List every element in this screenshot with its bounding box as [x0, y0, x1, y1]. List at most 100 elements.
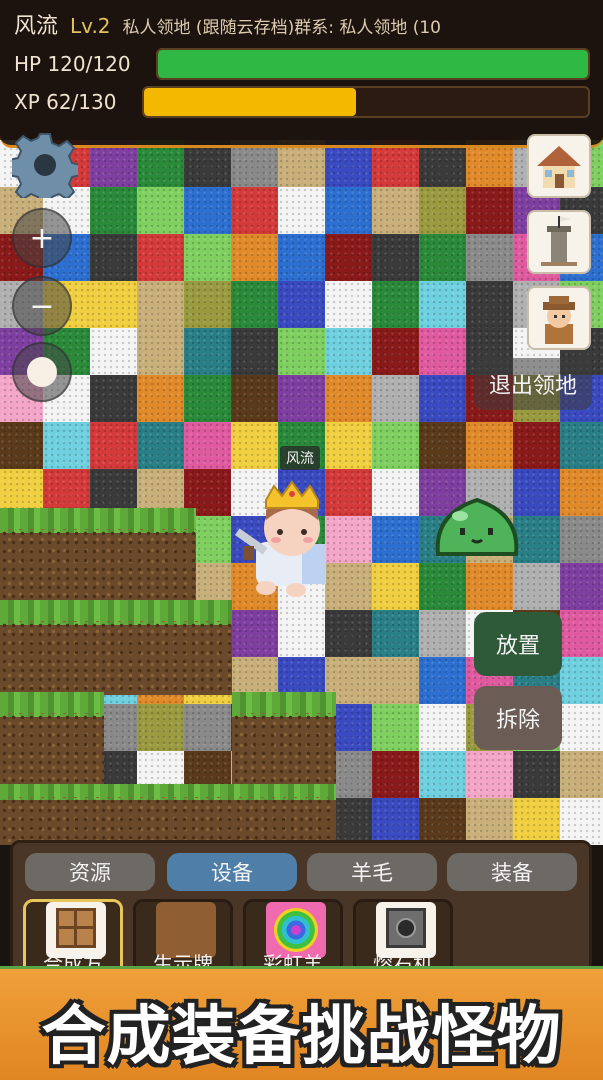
wool-tile[interactable] — [419, 422, 466, 469]
wool-tile[interactable] — [466, 281, 513, 328]
wool-tile[interactable] — [325, 422, 372, 469]
wool-tile[interactable] — [184, 422, 231, 469]
wool-tile[interactable] — [325, 328, 372, 375]
green-slime-monster[interactable] — [432, 494, 522, 558]
wool-tile[interactable] — [278, 281, 325, 328]
wool-tile[interactable] — [231, 234, 278, 281]
tab-wool[interactable]: 羊毛 — [307, 853, 437, 891]
wool-tile[interactable] — [419, 375, 466, 422]
wool-tile[interactable] — [466, 422, 513, 469]
wool-tile[interactable] — [325, 375, 372, 422]
wool-tile[interactable] — [184, 187, 231, 234]
place-button[interactable]: 放置 — [474, 612, 562, 676]
wool-tile[interactable] — [325, 234, 372, 281]
wool-tile[interactable] — [90, 328, 137, 375]
wool-tile[interactable] — [137, 704, 184, 751]
wool-tile[interactable] — [325, 187, 372, 234]
tab-resources[interactable]: 资源 — [25, 853, 155, 891]
wool-tile[interactable] — [278, 234, 325, 281]
wool-tile[interactable] — [325, 281, 372, 328]
wool-tile[interactable] — [513, 751, 560, 798]
wool-tile[interactable] — [278, 610, 325, 657]
wool-tile[interactable] — [560, 516, 603, 563]
tab-equipment-devices[interactable]: 设备 — [167, 853, 297, 891]
wool-tile[interactable] — [419, 187, 466, 234]
wool-tile[interactable] — [90, 375, 137, 422]
wool-tile[interactable] — [560, 422, 603, 469]
wool-tile[interactable] — [137, 375, 184, 422]
wool-tile[interactable] — [372, 751, 419, 798]
wool-tile[interactable] — [560, 704, 603, 751]
wool-tile[interactable] — [231, 422, 278, 469]
zoom-in-button[interactable]: + — [12, 208, 72, 268]
wool-tile[interactable] — [184, 234, 231, 281]
wool-tile[interactable] — [560, 610, 603, 657]
wool-tile[interactable] — [372, 469, 419, 516]
wool-tile[interactable] — [231, 375, 278, 422]
wool-tile[interactable] — [90, 234, 137, 281]
exit-territory-button[interactable]: 退出领地 — [474, 358, 592, 410]
wool-tile[interactable] — [513, 798, 560, 845]
wool-tile[interactable] — [137, 422, 184, 469]
wool-tile[interactable] — [372, 610, 419, 657]
joystick-button[interactable] — [12, 342, 72, 402]
wool-tile[interactable] — [231, 328, 278, 375]
wool-tile[interactable] — [466, 234, 513, 281]
wool-tile[interactable] — [466, 563, 513, 610]
remove-button[interactable]: 拆除 — [474, 686, 562, 750]
home-button[interactable] — [527, 134, 591, 198]
wool-tile[interactable] — [513, 422, 560, 469]
wool-tile[interactable] — [419, 281, 466, 328]
wool-tile[interactable] — [372, 516, 419, 563]
wool-tile[interactable] — [372, 234, 419, 281]
wool-tile[interactable] — [325, 610, 372, 657]
wool-tile[interactable] — [419, 234, 466, 281]
wool-tile[interactable] — [419, 798, 466, 845]
wool-tile[interactable] — [419, 704, 466, 751]
wool-tile[interactable] — [372, 187, 419, 234]
player-king-sprite[interactable] — [232, 480, 342, 600]
wool-tile[interactable] — [137, 187, 184, 234]
wool-tile[interactable] — [231, 187, 278, 234]
wool-tile[interactable] — [560, 751, 603, 798]
character-button[interactable] — [527, 286, 591, 350]
wool-tile[interactable] — [466, 187, 513, 234]
gear-icon[interactable] — [12, 132, 78, 198]
wool-tile[interactable] — [419, 751, 466, 798]
wool-tile[interactable] — [43, 422, 90, 469]
wool-tile[interactable] — [231, 610, 278, 657]
wool-tile[interactable] — [184, 281, 231, 328]
zoom-out-button[interactable]: − — [12, 276, 72, 336]
wool-tile[interactable] — [278, 375, 325, 422]
wool-tile[interactable] — [231, 281, 278, 328]
wool-tile[interactable] — [278, 328, 325, 375]
wool-tile[interactable] — [90, 187, 137, 234]
wool-tile[interactable] — [90, 422, 137, 469]
wool-tile[interactable] — [466, 798, 513, 845]
tower-button[interactable] — [527, 210, 591, 274]
wool-tile[interactable] — [372, 422, 419, 469]
wool-tile[interactable] — [419, 563, 466, 610]
wool-tile[interactable] — [372, 657, 419, 704]
wool-tile[interactable] — [466, 751, 513, 798]
wool-tile[interactable] — [372, 563, 419, 610]
wool-tile[interactable] — [372, 798, 419, 845]
wool-tile[interactable] — [137, 328, 184, 375]
wool-tile[interactable] — [0, 422, 43, 469]
wool-tile[interactable] — [419, 610, 466, 657]
wool-tile[interactable] — [372, 704, 419, 751]
wool-tile[interactable] — [560, 563, 603, 610]
wool-tile[interactable] — [372, 281, 419, 328]
wool-tile[interactable] — [184, 704, 231, 751]
wool-tile[interactable] — [137, 281, 184, 328]
wool-tile[interactable] — [560, 657, 603, 704]
wool-tile[interactable] — [137, 234, 184, 281]
tab-gear[interactable]: 装备 — [447, 853, 577, 891]
wool-tile[interactable] — [419, 657, 466, 704]
wool-tile[interactable] — [372, 375, 419, 422]
wool-tile[interactable] — [184, 328, 231, 375]
wool-tile[interactable] — [184, 375, 231, 422]
wool-tile[interactable] — [372, 328, 419, 375]
wool-tile[interactable] — [560, 798, 603, 845]
wool-tile[interactable] — [513, 563, 560, 610]
